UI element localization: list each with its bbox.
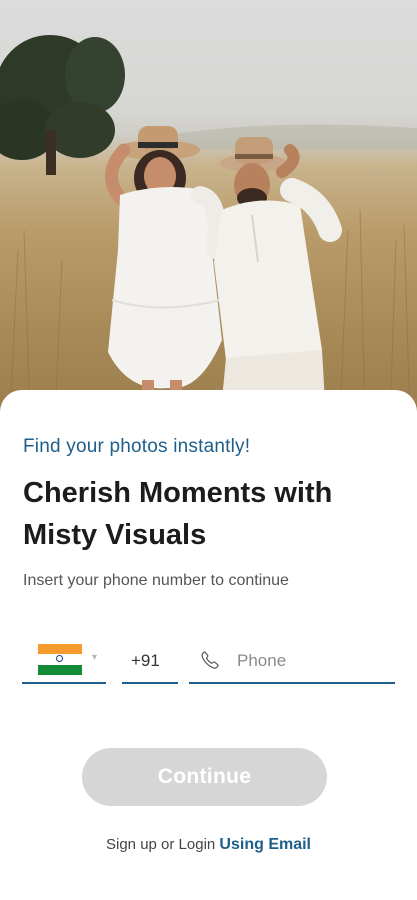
tagline: Find your photos instantly!: [23, 436, 251, 457]
tree: [0, 35, 125, 175]
woman-figure: [105, 126, 226, 420]
chakra-icon: [56, 655, 63, 663]
hero-photo: [0, 0, 417, 420]
subtitle: Insert your phone number to continue: [23, 572, 289, 589]
phone-field[interactable]: [189, 640, 395, 684]
dial-code: +91: [131, 651, 160, 670]
headline: Cherish Moments with Misty Visuals: [23, 477, 333, 551]
couple-in-field-illustration: [0, 35, 417, 420]
country-picker[interactable]: ▾: [22, 640, 106, 684]
login-screen: Find your photos instantly! Cherish Mome…: [0, 0, 417, 900]
man-figure: [214, 137, 342, 420]
signup-line: Sign up or Login Using Email: [0, 836, 417, 854]
india-flag-icon: [38, 644, 82, 675]
signup-prefix: Sign up or Login: [106, 836, 216, 853]
phone-icon: [201, 651, 219, 669]
phone-input[interactable]: [237, 646, 387, 676]
using-email-link[interactable]: Using Email: [219, 836, 311, 853]
login-sheet: Find your photos instantly! Cherish Mome…: [0, 390, 417, 900]
dial-code-field[interactable]: +91: [122, 640, 178, 684]
chevron-down-icon: ▾: [92, 652, 98, 663]
continue-button[interactable]: Continue: [82, 748, 327, 806]
